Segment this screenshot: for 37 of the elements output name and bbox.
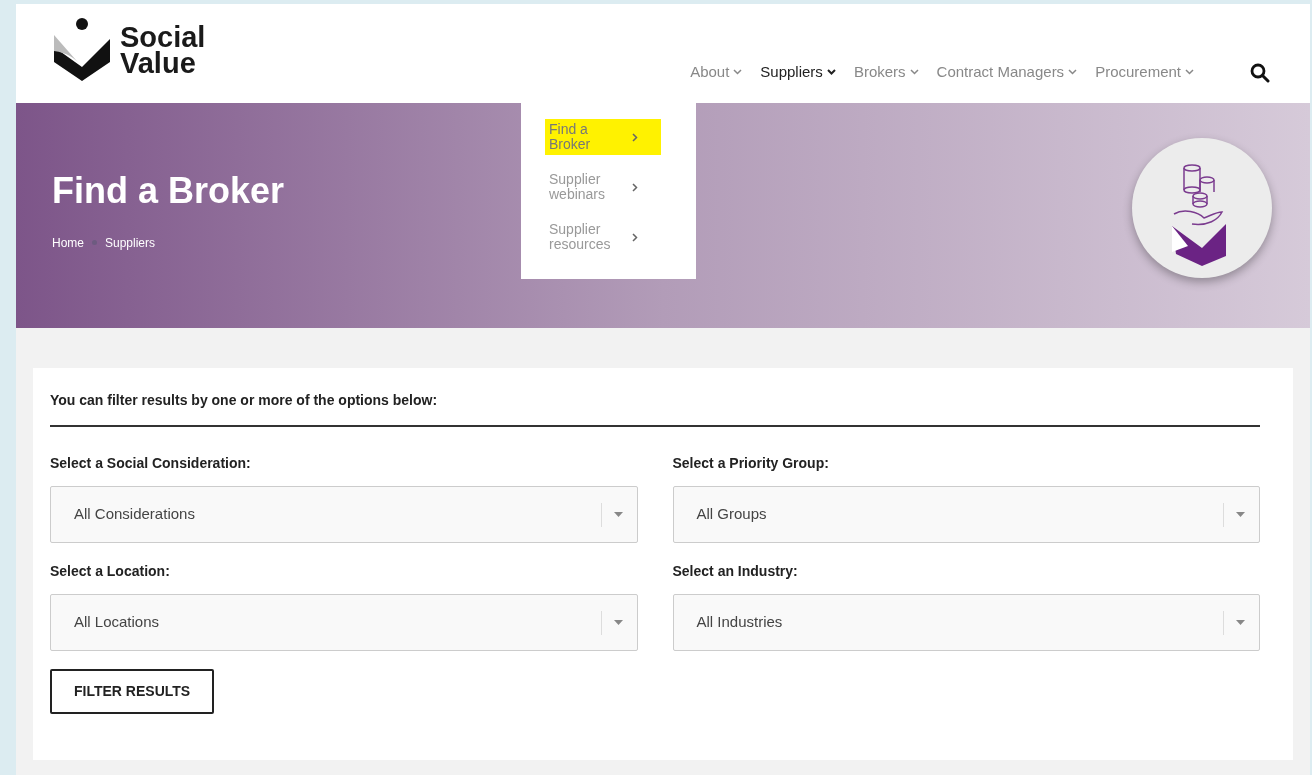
chevron-down-icon bbox=[733, 68, 743, 75]
chevron-down-icon bbox=[909, 68, 919, 75]
select-field[interactable]: All Locations bbox=[50, 594, 638, 651]
nav-link[interactable]: Suppliers bbox=[760, 60, 836, 83]
logo-text: Social bbox=[120, 24, 206, 50]
dropdown-arrow-icon bbox=[1236, 620, 1245, 625]
select-field[interactable]: All Considerations bbox=[50, 486, 638, 543]
chevron-right-icon bbox=[632, 232, 638, 242]
dropdown-item[interactable]: Find a Broker bbox=[545, 119, 661, 155]
dropdown-arrow-icon bbox=[613, 512, 623, 517]
filter-intro: You can filter results by one or more of the options below: bbox=[50, 390, 1260, 427]
nav-link[interactable]: Contract Managers bbox=[936, 60, 1078, 83]
breadcrumb-link[interactable]: Suppliers bbox=[105, 233, 156, 252]
nav-link[interactable]: About bbox=[690, 60, 743, 83]
field-label: Select a Social Consideration: bbox=[50, 454, 252, 473]
select-field[interactable]: All Industries bbox=[672, 594, 1260, 651]
filter-results-button[interactable]: FILTER RESULTS bbox=[50, 669, 215, 714]
dropdown-item[interactable]: Supplier webinars bbox=[545, 169, 661, 205]
page-title: Find a Broker bbox=[52, 168, 285, 213]
dropdown-arrow-icon bbox=[613, 620, 623, 625]
logo-icon bbox=[52, 17, 112, 83]
chevron-right-icon bbox=[632, 182, 638, 192]
nav-link[interactable]: Brokers bbox=[853, 60, 919, 83]
nav-link[interactable]: Procurement bbox=[1095, 60, 1194, 83]
logo-text: Value bbox=[120, 50, 197, 76]
chevron-right-icon bbox=[632, 132, 638, 142]
select-field[interactable]: All Groups bbox=[672, 486, 1260, 543]
chevron-down-icon bbox=[1185, 68, 1194, 75]
field-label: Select a Priority Group: bbox=[672, 454, 830, 473]
field-label: Select a Location: bbox=[50, 562, 171, 581]
field-label: Select an Industry: bbox=[672, 562, 799, 581]
breadcrumb-link[interactable]: Home bbox=[52, 233, 84, 252]
dropdown-item[interactable]: Supplier resources bbox=[545, 219, 661, 255]
dropdown-arrow-icon bbox=[1236, 512, 1245, 517]
chevron-down-icon bbox=[1068, 68, 1078, 75]
search-icon[interactable] bbox=[1250, 63, 1270, 83]
chevron-down-icon bbox=[826, 68, 836, 75]
